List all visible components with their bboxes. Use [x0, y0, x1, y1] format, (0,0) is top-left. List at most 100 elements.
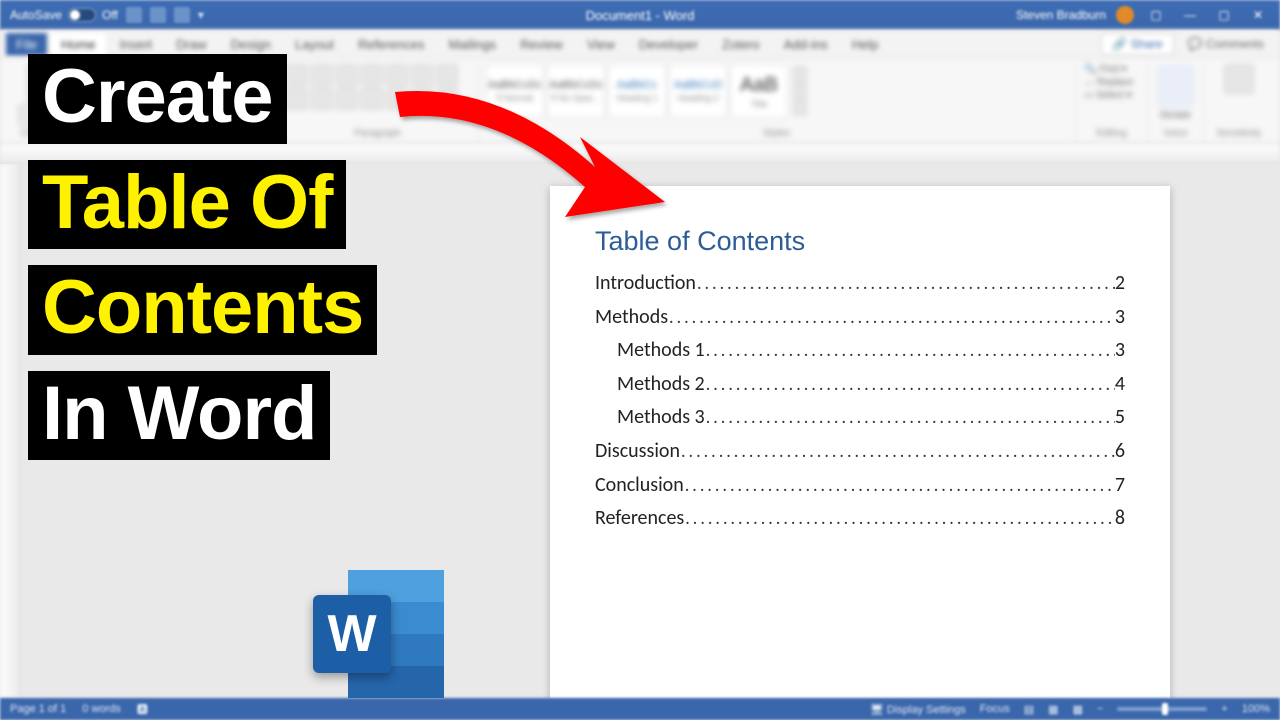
zoom-slider[interactable] — [1117, 707, 1207, 711]
showmarks-button[interactable] — [436, 64, 458, 86]
toc-entry[interactable]: Introduction 2 — [595, 267, 1125, 301]
toc-entry-page: 3 — [1115, 301, 1125, 335]
overlay-line-4: In Word — [28, 371, 330, 461]
find-button[interactable]: 🔍 Find ▾ — [1084, 64, 1139, 75]
tab-addins[interactable]: Add-ins — [774, 33, 838, 56]
qat-more-icon[interactable]: ▾ — [198, 8, 204, 22]
toc-leader-dots — [680, 436, 1115, 466]
tab-home[interactable]: Home — [51, 33, 106, 56]
document-page[interactable]: Table of Contents Introduction 2Methods … — [550, 186, 1170, 698]
toc-entry-label: Discussion — [595, 435, 680, 469]
indent-button[interactable] — [386, 64, 408, 86]
tab-file[interactable]: File — [6, 33, 47, 56]
group-voice: Dictate Voice — [1148, 62, 1204, 143]
tab-view[interactable]: View — [577, 33, 625, 56]
view-read-icon[interactable]: ▦ — [1048, 703, 1058, 716]
sensitivity-label: Sensitivity — [1212, 128, 1266, 141]
tab-developer[interactable]: Developer — [629, 33, 708, 56]
toc-leader-dots — [684, 503, 1115, 533]
style-nospacing[interactable]: AaBbCcDc¶ No Spac... — [547, 64, 605, 118]
tab-review[interactable]: Review — [510, 33, 573, 56]
sort-button[interactable] — [411, 64, 433, 86]
user-name[interactable]: Steven Bradburn — [1016, 8, 1106, 22]
toc-entry[interactable]: Discussion 6 — [595, 435, 1125, 469]
close-icon[interactable]: ✕ — [1246, 8, 1270, 22]
display-settings-button[interactable]: 🖥 Display Settings — [870, 703, 966, 716]
toc-leader-dots — [668, 302, 1115, 332]
tab-insert[interactable]: Insert — [110, 33, 163, 56]
view-web-icon[interactable]: ▩ — [1073, 703, 1083, 716]
user-avatar-icon[interactable] — [1116, 6, 1134, 24]
editing-label: Editing — [1084, 128, 1139, 141]
styles-label: Styles — [486, 128, 1067, 141]
word-logo-icon: W — [313, 570, 448, 705]
undo-icon[interactable] — [150, 7, 166, 23]
tab-help[interactable]: Help — [842, 33, 889, 56]
status-page[interactable]: Page 1 of 1 — [10, 703, 66, 715]
toc-entry-label: Methods — [595, 301, 668, 335]
tab-layout[interactable]: Layout — [285, 33, 344, 56]
styles-up-icon[interactable] — [793, 66, 807, 82]
toc-entry-label: Methods 3 — [617, 401, 705, 435]
minimize-icon[interactable]: — — [1178, 8, 1202, 22]
toc-leader-dots — [705, 369, 1115, 399]
share-button[interactable]: 🔗 Share — [1101, 33, 1173, 55]
status-words[interactable]: 0 words — [82, 703, 121, 715]
tab-references[interactable]: References — [348, 33, 434, 56]
replace-button[interactable]: ↔ Replace — [1084, 77, 1139, 88]
toc-entry[interactable]: Methods 3 — [595, 301, 1125, 335]
document-title: Document1 - Word — [586, 8, 695, 23]
tab-zotero[interactable]: Zotero — [712, 33, 770, 56]
autosave-label: AutoSave — [10, 8, 62, 22]
status-bar: Page 1 of 1 0 words 🅰 🖥 Display Settings… — [0, 698, 1280, 720]
toc-entry-label: Methods 1 — [617, 334, 705, 368]
comments-button[interactable]: 💬 Comments — [1188, 37, 1264, 51]
save-icon[interactable] — [126, 7, 142, 23]
group-editing: 🔍 Find ▾ ↔ Replace ▭ Select ▾ Editing — [1076, 62, 1148, 143]
toc-entry[interactable]: Conclusion 7 — [595, 469, 1125, 503]
autosave-toggle[interactable]: AutoSave Off — [10, 8, 118, 22]
toc-entry-page: 5 — [1115, 401, 1125, 435]
select-button[interactable]: ▭ Select ▾ — [1084, 90, 1139, 101]
ribbon-options-icon[interactable]: ▢ — [1144, 8, 1168, 22]
dictate-button[interactable] — [1157, 64, 1195, 108]
overlay-line-2: Table Of — [28, 160, 346, 250]
toc-entry-label: Introduction — [595, 267, 696, 301]
toc-entry-page: 7 — [1115, 469, 1125, 503]
overlay-line-3: Contents — [28, 265, 377, 355]
toc-entry[interactable]: Methods 3 5 — [595, 401, 1125, 435]
group-styles: AaBbCcDc¶ Normal AaBbCcDc¶ No Spac... Aa… — [478, 62, 1076, 143]
share-label: Share — [1131, 37, 1163, 51]
vertical-ruler[interactable] — [0, 164, 20, 698]
toc-entry[interactable]: References 8 — [595, 502, 1125, 536]
style-title[interactable]: AaBTitle — [730, 64, 788, 118]
maximize-icon[interactable]: ▢ — [1212, 8, 1236, 22]
tab-draw[interactable]: Draw — [166, 33, 216, 56]
toc-entry[interactable]: Methods 1 3 — [595, 334, 1125, 368]
toc-leader-dots — [696, 268, 1115, 298]
style-heading2[interactable]: AaBbCcDHeading 2 — [669, 64, 727, 118]
zoom-in-button[interactable]: + — [1221, 703, 1227, 715]
styles-down-icon[interactable] — [793, 83, 807, 99]
toc-entry-label: Conclusion — [595, 469, 684, 503]
tab-design[interactable]: Design — [221, 33, 281, 56]
voice-label: Voice — [1156, 128, 1195, 141]
zoom-out-button[interactable]: − — [1097, 703, 1103, 715]
shading-button[interactable] — [411, 88, 433, 110]
style-normal[interactable]: AaBbCcDc¶ Normal — [486, 64, 544, 118]
styles-more-icon[interactable] — [793, 100, 807, 116]
status-lang-icon[interactable]: 🅰 — [137, 701, 148, 717]
view-print-icon[interactable]: ▤ — [1024, 703, 1034, 716]
borders-button[interactable] — [436, 88, 458, 110]
focus-button[interactable]: Focus — [980, 703, 1010, 715]
style-heading1[interactable]: AaBbCcHeading 1 — [608, 64, 666, 118]
toggle-off-icon[interactable] — [68, 8, 96, 22]
zoom-level[interactable]: 100% — [1242, 703, 1270, 715]
toc-entry-page: 2 — [1115, 267, 1125, 301]
tab-mailings[interactable]: Mailings — [439, 33, 507, 56]
toc-leader-dots — [705, 402, 1115, 432]
line-spacing-button[interactable] — [386, 88, 408, 110]
toc-entry[interactable]: Methods 2 4 — [595, 368, 1125, 402]
sensitivity-button[interactable] — [1224, 64, 1254, 94]
redo-icon[interactable] — [174, 7, 190, 23]
